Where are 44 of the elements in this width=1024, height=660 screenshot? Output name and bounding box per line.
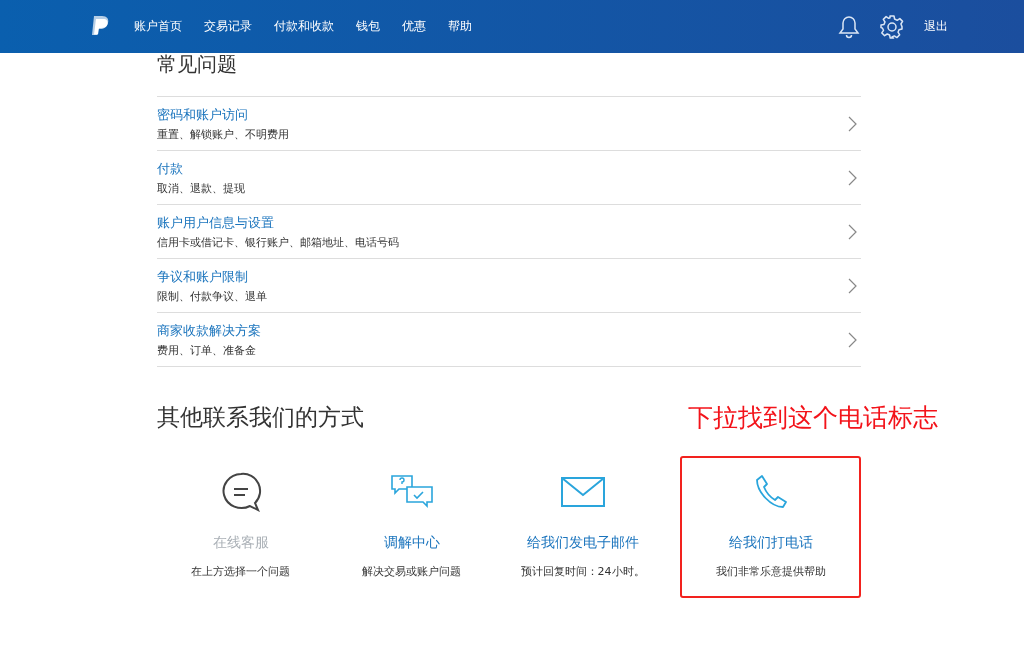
nav-link[interactable]: 账户首页 (134, 18, 182, 35)
logout-link[interactable]: 退出 (924, 18, 948, 35)
nav-link[interactable]: 钱包 (356, 18, 380, 35)
section-heading: 常见问题 (157, 53, 238, 78)
faq-list-item[interactable]: 付款 取消、退款、提现 (157, 151, 861, 205)
contact-option-title: 在线客服 (212, 534, 269, 552)
settings-icon[interactable] (880, 14, 904, 39)
contact-option-subtitle: 预计回复时间：24小时。 (520, 564, 645, 579)
contact-option-title: 调解中心 (383, 534, 440, 552)
faq-title: 付款 (157, 159, 184, 178)
chevron-right-icon (848, 331, 857, 348)
faq-title: 商家收款解决方案 (157, 321, 261, 340)
highlight-frame[interactable]: 给我们打电话 我们非常乐意提供帮助 (680, 456, 861, 598)
chevron-right-icon (848, 277, 857, 294)
contact-option[interactable]: 给我们发电子邮件 预计回复时间：24小时。 (503, 456, 663, 598)
contact-option-title: 给我们打电话 (728, 534, 813, 552)
faq-subtitle: 重置、解锁账户、不明费用 (157, 126, 289, 142)
chevron-right-icon (848, 115, 857, 132)
faq-list-item[interactable]: 账户用户信息与设置 信用卡或借记卡、银行账户、邮箱地址、电话号码 (157, 205, 861, 259)
chevron-right-icon (848, 169, 857, 186)
faq-title: 争议和账户限制 (157, 267, 249, 286)
nav-link[interactable]: 帮助 (448, 18, 472, 35)
chevron-right-icon (848, 223, 857, 240)
faq-list-item[interactable]: 争议和账户限制 限制、付款争议、退单 (157, 259, 861, 313)
faq-title: 账户用户信息与设置 (157, 213, 275, 232)
faq-subtitle: 费用、订单、准备金 (157, 342, 257, 358)
nav-link[interactable]: 交易记录 (204, 18, 252, 35)
faq-list-item[interactable]: 商家收款解决方案 费用、订单、准备金 (157, 313, 861, 367)
faq-title: 密码和账户访问 (157, 105, 249, 124)
nav-link[interactable]: 优惠 (402, 18, 426, 35)
nav-link[interactable]: 付款和收款 (274, 18, 334, 35)
faq-subtitle: 取消、退款、提现 (157, 180, 245, 196)
faq-list-item[interactable]: 密码和账户访问 重置、解锁账户、不明费用 (157, 97, 861, 151)
notification-bell-icon[interactable] (838, 14, 860, 39)
contact-option-title: 给我们发电子邮件 (526, 534, 639, 552)
contact-option-subtitle: 我们非常乐意提供帮助 (715, 564, 826, 579)
contact-option-subtitle: 解决交易或账户问题 (362, 564, 462, 579)
faq-subtitle: 限制、付款争议、退单 (157, 288, 267, 304)
contact-option[interactable]: 调解中心 解决交易或账户问题 (332, 456, 492, 598)
faq-subtitle: 信用卡或借记卡、银行账户、邮箱地址、电话号码 (157, 234, 399, 250)
section-heading: 其他联系我们的方式 (157, 403, 364, 432)
annotation-text: 下拉找到这个电话标志 (688, 402, 938, 434)
contact-option-subtitle: 在上方选择一个问题 (191, 564, 290, 579)
chat-bubble-icon (219, 472, 262, 512)
